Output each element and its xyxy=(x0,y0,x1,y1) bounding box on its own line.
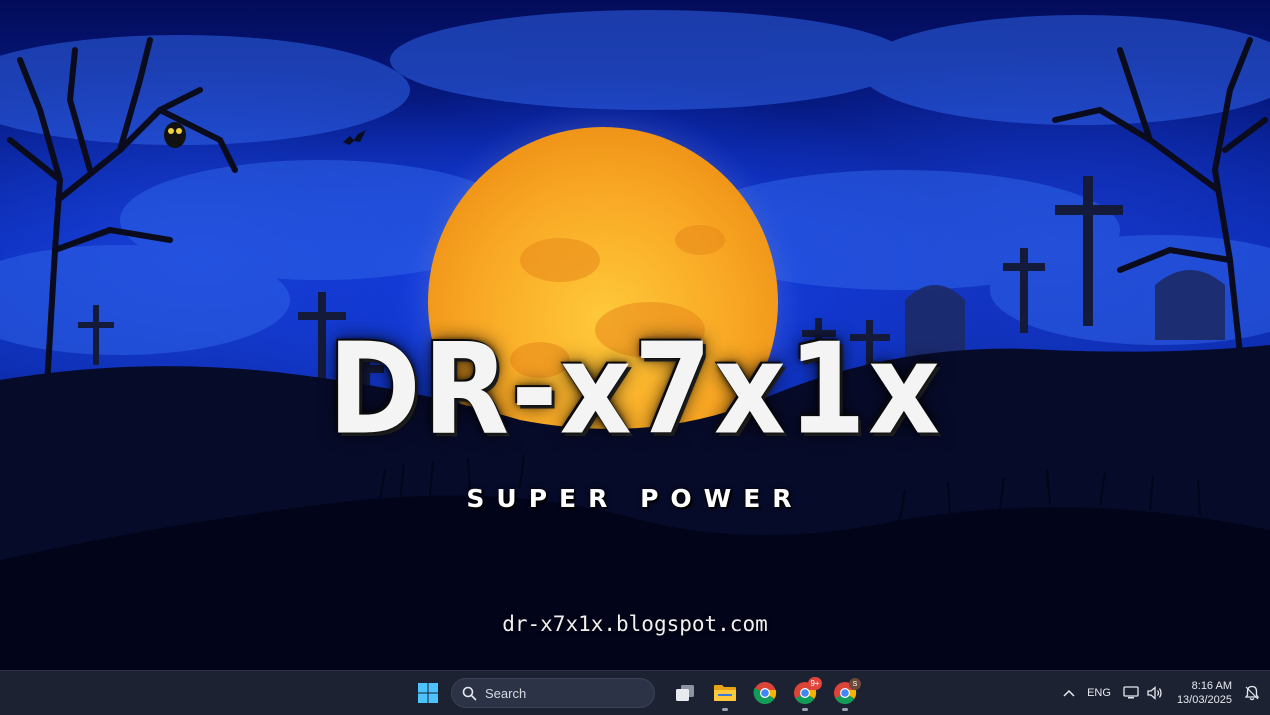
show-hidden-icons-button[interactable] xyxy=(1057,671,1081,715)
chrome-profile-2-button[interactable]: 9+ xyxy=(785,673,825,713)
system-tray: ENG 8:16 AM 13/03/2025 xyxy=(1057,671,1270,715)
network-volume-button[interactable] xyxy=(1117,671,1169,715)
wallpaper-logo-text: DR-x7x1x xyxy=(327,317,943,463)
taskbar-apps: Search 9+ S xyxy=(414,671,865,715)
clock[interactable]: 8:16 AM 13/03/2025 xyxy=(1169,679,1238,707)
bat-icon xyxy=(343,130,366,145)
chrome-icon xyxy=(753,682,777,704)
wallpaper-tagline: SUPER POWER xyxy=(466,484,804,513)
chrome-button[interactable] xyxy=(745,673,785,713)
start-button[interactable] xyxy=(414,679,442,707)
notification-center-button[interactable] xyxy=(1238,671,1270,715)
search-label: Search xyxy=(485,685,527,701)
task-view-icon xyxy=(676,685,694,701)
wallpaper-url: dr-x7x1x.blogspot.com xyxy=(502,612,768,636)
windows-logo-icon xyxy=(418,683,438,703)
chrome-profile-3-button[interactable]: S xyxy=(825,673,865,713)
task-view-button[interactable] xyxy=(665,673,705,713)
chevron-up-icon xyxy=(1063,689,1075,697)
notification-bell-icon xyxy=(1244,685,1260,701)
network-icon xyxy=(1123,686,1139,699)
running-indicator xyxy=(842,708,848,711)
owl-icon xyxy=(164,122,186,148)
file-explorer-button[interactable] xyxy=(705,673,745,713)
running-indicator xyxy=(802,708,808,711)
clock-time: 8:16 AM xyxy=(1191,680,1232,692)
taskbar: Search 9+ S ENG 8:16 AM 13/03/2025 xyxy=(0,670,1270,715)
taskbar-search-box[interactable]: Search xyxy=(451,678,655,708)
notification-badge: 9+ xyxy=(808,677,822,690)
profile-avatar: S xyxy=(849,678,861,690)
running-indicator xyxy=(722,708,728,711)
folder-icon xyxy=(714,685,736,701)
clock-date: 13/03/2025 xyxy=(1176,694,1232,706)
language-indicator[interactable]: ENG xyxy=(1081,671,1117,715)
desktop-wallpaper: DR-x7x1x SUPER POWER dr-x7x1x.blogspot.c… xyxy=(0,0,1270,670)
speaker-icon xyxy=(1147,686,1162,700)
search-icon xyxy=(462,686,477,701)
